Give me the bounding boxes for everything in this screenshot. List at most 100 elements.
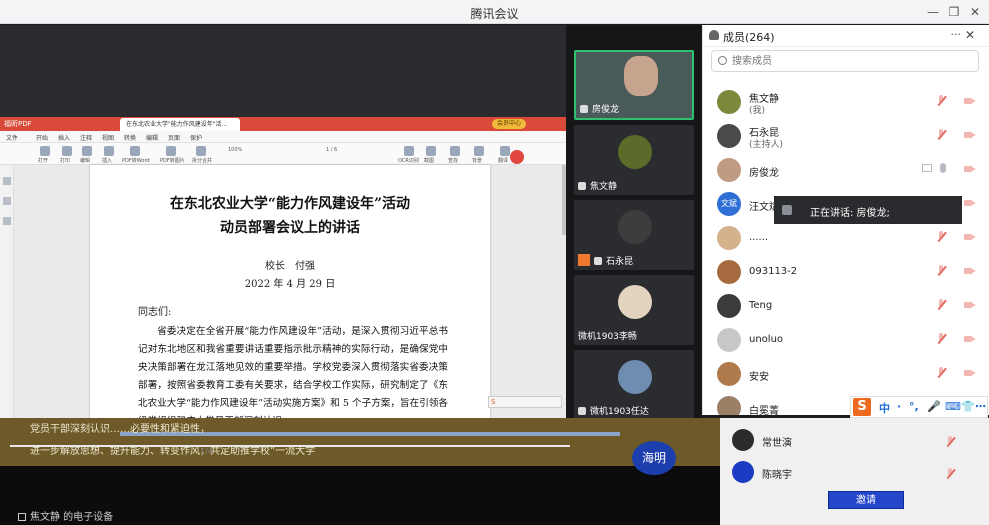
member-row[interactable]: 陈晓宇 bbox=[720, 458, 989, 488]
ime-fullwidth[interactable]: °, bbox=[909, 400, 919, 413]
mic-off-icon[interactable] bbox=[936, 333, 946, 345]
video-tile[interactable]: 焦文静 bbox=[574, 125, 694, 195]
split-merge-icon[interactable] bbox=[196, 146, 206, 156]
edit-icon[interactable] bbox=[82, 146, 92, 156]
tool-label: PDF转Word bbox=[122, 158, 150, 164]
speaker-video bbox=[624, 56, 658, 96]
mic-off-icon[interactable] bbox=[936, 367, 946, 379]
mic-off-icon[interactable] bbox=[936, 299, 946, 311]
member-search-input[interactable] bbox=[732, 53, 972, 69]
mic-off-icon bbox=[594, 257, 602, 265]
menu-home[interactable]: 开始 bbox=[36, 133, 48, 142]
ime-punctuation[interactable]: · bbox=[897, 400, 901, 413]
video-tile-name: 微机1903任达 bbox=[578, 404, 649, 417]
mic-off-icon bbox=[578, 407, 586, 415]
video-tile-label: 石永昆 bbox=[606, 257, 634, 267]
avatar bbox=[717, 294, 741, 318]
avatar bbox=[618, 285, 652, 319]
ime-keyboard-icon[interactable]: ⌨ bbox=[945, 400, 961, 413]
camera-off-icon[interactable] bbox=[964, 368, 976, 378]
member-row[interactable]: ...... bbox=[703, 221, 989, 255]
mic-off-icon[interactable] bbox=[936, 265, 946, 277]
avatar bbox=[717, 328, 741, 352]
translate-icon[interactable] bbox=[500, 146, 510, 156]
camera-off-icon[interactable] bbox=[964, 96, 976, 106]
bookmark-icon[interactable] bbox=[3, 197, 11, 205]
open-icon[interactable] bbox=[40, 146, 50, 156]
mic-off-icon[interactable] bbox=[936, 95, 946, 107]
more-icon[interactable]: ··· bbox=[951, 28, 962, 41]
avatar bbox=[717, 260, 741, 284]
video-tile[interactable]: 石永昆 bbox=[574, 200, 694, 270]
mic-off-icon[interactable] bbox=[945, 468, 955, 480]
print-icon[interactable] bbox=[62, 146, 72, 156]
restore-icon[interactable]: ❐ bbox=[945, 3, 963, 21]
camera-off-icon[interactable] bbox=[964, 334, 976, 344]
video-tile[interactable]: 微机1903任达 bbox=[574, 350, 694, 420]
screenshot-icon[interactable] bbox=[426, 146, 436, 156]
background-icon[interactable] bbox=[474, 146, 484, 156]
pdf-to-word-icon[interactable] bbox=[130, 146, 140, 156]
member-search[interactable] bbox=[711, 50, 979, 72]
invite-button[interactable]: 邀请 bbox=[828, 491, 904, 509]
member-row[interactable]: 焦文静 (我) bbox=[703, 85, 989, 119]
menu-edit[interactable]: 编辑 bbox=[146, 133, 158, 142]
mic-icon[interactable] bbox=[940, 163, 946, 173]
camera-off-icon[interactable] bbox=[964, 232, 976, 242]
member-row[interactable]: 安安 bbox=[703, 357, 989, 391]
mic-off-icon[interactable] bbox=[945, 436, 955, 448]
ime-floating-bar[interactable]: S bbox=[488, 396, 562, 408]
member-name: 房俊龙 bbox=[749, 168, 779, 179]
member-row[interactable]: 常世演 bbox=[720, 426, 989, 456]
member-row[interactable]: 房俊龙 bbox=[703, 153, 989, 187]
close-panel-icon[interactable]: ✕ bbox=[965, 28, 975, 42]
camera-off-icon[interactable] bbox=[964, 164, 976, 174]
sogou-logo-icon[interactable]: S bbox=[853, 398, 871, 416]
avatar bbox=[618, 210, 652, 244]
page-indicator[interactable]: 1 / 6 bbox=[326, 147, 337, 153]
video-tile-name: 石永昆 bbox=[578, 254, 633, 267]
menu-file[interactable]: 文件 bbox=[6, 133, 18, 142]
member-center-badge[interactable]: 会员中心 bbox=[492, 119, 526, 129]
close-icon[interactable]: ✕ bbox=[966, 3, 984, 21]
ime-voice-icon[interactable]: 🎤 bbox=[927, 400, 941, 413]
camera-off-icon[interactable] bbox=[964, 198, 976, 208]
thumbnail-icon[interactable] bbox=[3, 177, 11, 185]
video-tile-active-speaker[interactable]: 房俊龙 bbox=[574, 50, 694, 120]
menu-view[interactable]: 视图 bbox=[102, 133, 114, 142]
avatar bbox=[717, 226, 741, 250]
menu-insert[interactable]: 插入 bbox=[58, 133, 70, 142]
find-icon[interactable] bbox=[450, 146, 460, 156]
member-row[interactable]: 093113-2 bbox=[703, 255, 989, 289]
mic-off-icon[interactable] bbox=[936, 231, 946, 243]
minimize-icon[interactable]: — bbox=[924, 3, 942, 21]
members-header: 成员(264) ··· ✕ bbox=[703, 25, 989, 47]
ime-skin-icon[interactable]: 👕 bbox=[961, 400, 975, 413]
menu-page[interactable]: 页面 bbox=[168, 133, 180, 142]
record-icon[interactable] bbox=[510, 150, 524, 164]
member-row[interactable]: 石永昆 (主持人) bbox=[703, 119, 989, 153]
camera-off-icon[interactable] bbox=[964, 130, 976, 140]
ocr-icon[interactable] bbox=[404, 146, 414, 156]
menu-comment[interactable]: 注释 bbox=[80, 133, 92, 142]
ime-chinese-mode[interactable]: 中 bbox=[879, 400, 890, 416]
insert-icon[interactable] bbox=[104, 146, 114, 156]
document-salutation: 同志们: bbox=[138, 307, 172, 318]
pdf-document-tab[interactable]: 在东北农业大学"能力作风建设年"活... bbox=[120, 118, 240, 131]
zoom-value[interactable]: 100% bbox=[228, 147, 242, 153]
mic-off-icon[interactable] bbox=[936, 129, 946, 141]
search-icon bbox=[718, 56, 727, 65]
ime-toolbar[interactable]: S 中 · °, 🎤 ⌨ 👕 ⋯ bbox=[850, 396, 988, 418]
member-row[interactable]: unoluo bbox=[703, 323, 989, 357]
member-row[interactable]: Teng bbox=[703, 289, 989, 323]
screen-share-icon bbox=[922, 164, 932, 172]
annotation-icon[interactable] bbox=[3, 217, 11, 225]
menu-protect[interactable]: 保护 bbox=[190, 133, 202, 142]
tool-label: 编辑 bbox=[80, 158, 91, 164]
ime-more-icon[interactable]: ⋯ bbox=[975, 400, 986, 413]
camera-off-icon[interactable] bbox=[964, 300, 976, 310]
pdf-to-image-icon[interactable] bbox=[166, 146, 176, 156]
video-tile[interactable]: 微机1903李畅 bbox=[574, 275, 694, 345]
camera-off-icon[interactable] bbox=[964, 266, 976, 276]
menu-convert[interactable]: 转换 bbox=[124, 133, 136, 142]
